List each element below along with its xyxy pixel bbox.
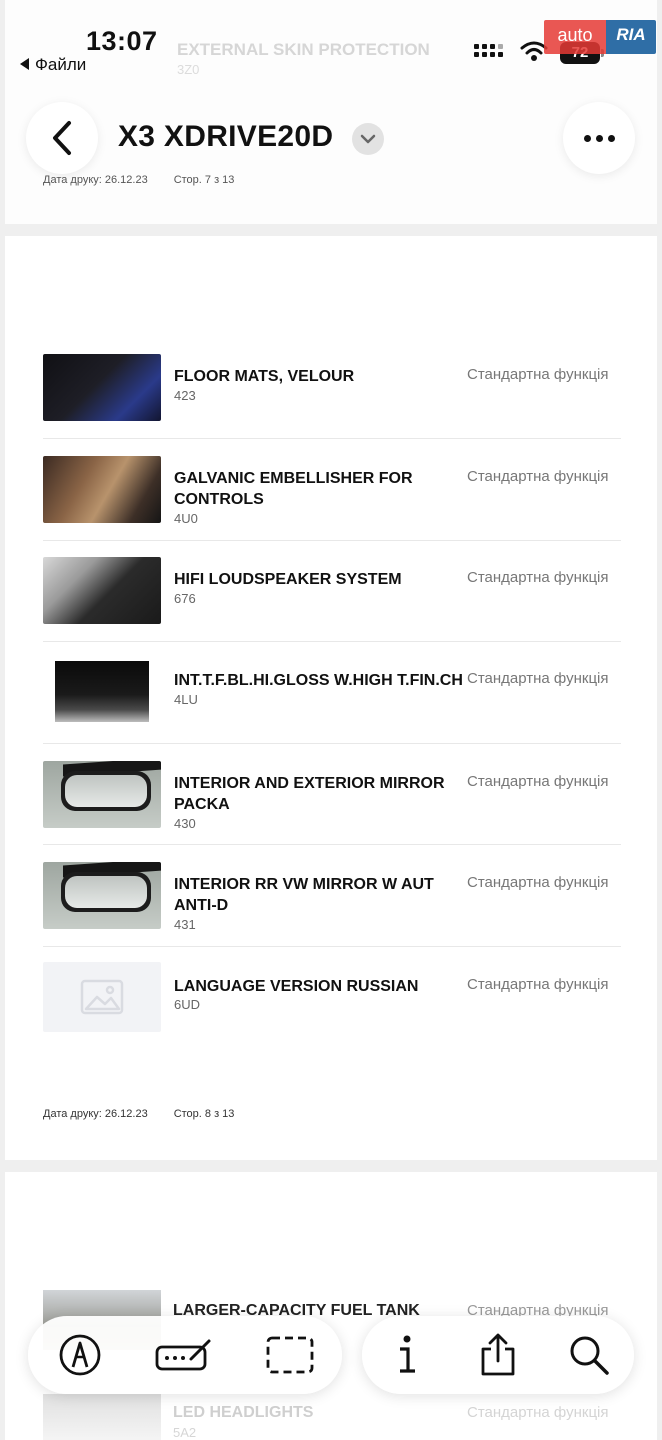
share-button[interactable] xyxy=(463,1325,533,1385)
signature-icon xyxy=(155,1339,211,1371)
item-thumbnail xyxy=(43,456,161,523)
document-title[interactable]: X3 XDRIVE20D xyxy=(118,120,333,154)
item-code: 676 xyxy=(174,591,196,606)
back-chevron-icon xyxy=(53,121,71,155)
item-thumbnail xyxy=(43,658,161,725)
list-item: GALVANIC EMBELLISHER FOR CONTROLS 4U0 Ст… xyxy=(43,456,621,536)
markup-toolbar xyxy=(28,1316,342,1394)
item-status: Стандартна функція xyxy=(467,773,609,790)
item-thumbnail xyxy=(43,761,161,828)
list-item: LANGUAGE VERSION RUSSIAN 6UD Стандартна … xyxy=(43,962,621,1034)
item-status: Стандартна функція xyxy=(467,569,609,586)
divider xyxy=(43,438,621,439)
back-app-label: Файли xyxy=(35,55,87,74)
title-menu-button[interactable] xyxy=(352,123,384,155)
item-name: INT.T.F.BL.HI.GLOSS W.HIGH T.FIN.CH xyxy=(174,672,463,689)
previous-page-footer: Дата друку: 26.12.23 Стор. 7 з 13 xyxy=(43,174,234,186)
page-number: Стор. 7 з 13 xyxy=(173,174,235,186)
clock: 13:07 xyxy=(86,26,158,56)
item-status: Стандартна функція xyxy=(467,874,609,891)
divider xyxy=(43,844,621,845)
item-name: LED HEADLIGHTS xyxy=(173,1404,314,1421)
divider xyxy=(43,540,621,541)
item-name: HIFI LOUDSPEAKER SYSTEM xyxy=(174,571,402,588)
item-name: INTERIOR RR VW MIRROR W AUT ANTI-D xyxy=(174,876,434,914)
divider xyxy=(43,641,621,642)
back-to-app-link[interactable]: Файли xyxy=(20,55,86,75)
print-date: Дата друку: 26.12.23 xyxy=(43,1108,148,1120)
print-date: Дата друку: 26.12.23 xyxy=(43,174,148,186)
list-item: INTERIOR RR VW MIRROR W AUT ANTI-D 431 С… xyxy=(43,862,621,942)
info-button[interactable] xyxy=(372,1325,442,1385)
more-dots-icon xyxy=(583,134,591,142)
logo-part-ria: RIA xyxy=(606,20,656,54)
share-icon xyxy=(481,1333,515,1376)
markup-pen-icon xyxy=(59,1334,101,1376)
back-triangle-icon xyxy=(20,58,29,70)
item-name: INTERIOR AND EXTERIOR MIRROR PACKA xyxy=(174,775,445,813)
select-area-button[interactable] xyxy=(255,1325,325,1385)
back-button[interactable] xyxy=(26,102,98,174)
item-code: 6UD xyxy=(174,997,201,1012)
item-name: FLOOR MATS, VELOUR xyxy=(174,368,355,385)
next-page: LARGER-CAPACITY FUEL TANK Стандартна фун… xyxy=(5,1172,657,1440)
selection-rectangle-icon xyxy=(266,1336,314,1374)
item-code: 430 xyxy=(174,816,196,831)
autoria-logo: auto RIA xyxy=(544,20,656,54)
chevron-down-icon xyxy=(360,134,376,144)
search-icon xyxy=(570,1336,609,1375)
logo-part-auto: auto xyxy=(544,20,606,54)
info-icon xyxy=(400,1335,416,1373)
item-name: GALVANIC EMBELLISHER FOR CONTROLS xyxy=(174,470,413,508)
item-code: 5A2 xyxy=(173,1425,197,1440)
item-status: Стандартна функція xyxy=(467,976,609,993)
document-toolbar xyxy=(362,1316,634,1394)
cellular-signal-icon xyxy=(474,44,503,57)
item-code: 431 xyxy=(174,917,196,932)
item-thumbnail xyxy=(43,962,161,1032)
more-options-button[interactable] xyxy=(563,102,635,174)
item-status: Стандартна функція xyxy=(467,366,609,383)
item-status: Стандартна функція xyxy=(467,670,609,687)
image-placeholder-icon xyxy=(80,979,124,1015)
markup-button[interactable] xyxy=(45,1325,115,1385)
item-thumbnail xyxy=(43,1394,161,1440)
list-item: INT.T.F.BL.HI.GLOSS W.HIGH T.FIN.CH 4LU … xyxy=(43,658,621,738)
item-status: Стандартна функція xyxy=(467,468,609,485)
item-thumbnail xyxy=(43,557,161,624)
divider xyxy=(43,743,621,744)
search-button[interactable] xyxy=(554,1325,624,1385)
page-number: Стор. 8 з 13 xyxy=(173,1108,235,1120)
signature-button[interactable] xyxy=(150,1325,220,1385)
item-name: LANGUAGE VERSION RUSSIAN xyxy=(174,978,419,995)
document-page: FLOOR MATS, VELOUR 423 Стандартна функці… xyxy=(5,236,657,1160)
list-item: INTERIOR AND EXTERIOR MIRROR PACKA 430 С… xyxy=(43,761,621,841)
item-code: 423 xyxy=(174,388,196,403)
list-item: HIFI LOUDSPEAKER SYSTEM 676 Стандартна ф… xyxy=(43,557,621,637)
item-code: 4LU xyxy=(174,692,198,707)
item-code: 4U0 xyxy=(174,511,198,526)
divider xyxy=(43,946,621,947)
item-thumbnail xyxy=(43,862,161,929)
item-thumbnail xyxy=(43,354,161,421)
page-footer: Дата друку: 26.12.23 Стор. 8 з 13 xyxy=(43,1108,234,1120)
item-status: Стандартна функція xyxy=(467,1404,609,1421)
list-item: FLOOR MATS, VELOUR 423 Стандартна функці… xyxy=(43,354,621,434)
